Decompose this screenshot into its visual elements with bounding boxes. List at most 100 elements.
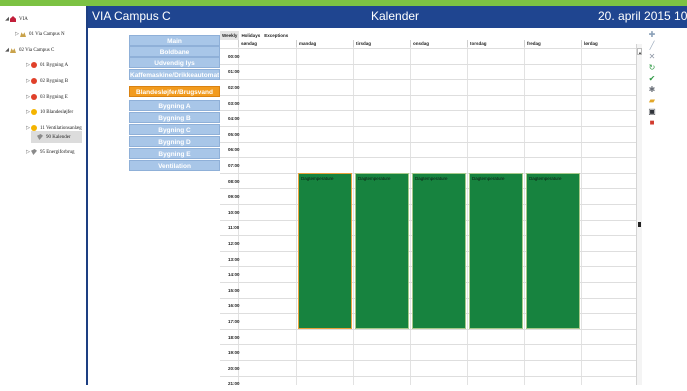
- time-row[interactable]: 20:00: [220, 360, 638, 376]
- tree-item-label: 10 Blandesløjfer: [40, 109, 74, 115]
- delete-icon[interactable]: ✕: [647, 52, 657, 61]
- tree-item-label: VIA: [19, 16, 28, 22]
- add-icon[interactable]: ✚: [647, 30, 657, 39]
- calendar-tabs: Weekly Holidays Exceptions: [220, 31, 290, 40]
- time-row[interactable]: 18:00: [220, 328, 638, 345]
- day-header: fredag: [524, 40, 581, 47]
- menu-button[interactable]: Udvendig lys: [129, 57, 220, 68]
- app-header: VIA Campus C Kalender 20. april 2015 10:…: [88, 6, 687, 28]
- tree-item-label: 01 Bygning A: [40, 62, 69, 68]
- current-datetime: 20. april 2015 10:07:03: [598, 9, 687, 23]
- tree-item[interactable]: 90 Kalender: [31, 131, 82, 143]
- time-row[interactable]: 03:00: [220, 94, 638, 111]
- time-row[interactable]: 02:00: [220, 79, 638, 95]
- menu-button[interactable]: Bygning C: [129, 124, 220, 135]
- menu-button[interactable]: Kaffemaskine/Drikkeautomat: [129, 69, 220, 80]
- event-label: Dagtemperature: [358, 175, 391, 181]
- calendar-scrollbar[interactable]: ▲: [636, 44, 642, 385]
- menu-button[interactable]: Boldbane: [129, 46, 220, 57]
- menu-button[interactable]: Blandesløjfer/Brugsvand: [129, 86, 220, 97]
- tree-item[interactable]: ▷ 95 Energiforbrug: [25, 146, 74, 158]
- red-dot-icon: [31, 94, 37, 100]
- time-label: 14:00: [228, 272, 240, 278]
- tree-item-label: 02 Bygning B: [40, 78, 69, 84]
- menu-button[interactable]: Bygning A: [129, 100, 220, 111]
- check-icon[interactable]: ✔: [647, 74, 657, 83]
- tree-item-label: 95 Energiforbrug: [40, 149, 75, 155]
- schedule-event[interactable]: Dagtemperature: [469, 172, 523, 329]
- yellow-dot-icon: [31, 109, 37, 115]
- menu-button[interactable]: Main: [129, 35, 220, 46]
- tree-item[interactable]: ▷ 01 Bygning A: [25, 59, 68, 71]
- time-label: 21:00: [228, 381, 240, 387]
- time-row[interactable]: 00:00: [220, 48, 638, 64]
- day-header: søndag: [238, 40, 295, 47]
- tree-item[interactable]: ▷ 10 Blandesløjfer: [25, 106, 73, 118]
- weekly-calendar: Weekly Holidays Exceptions søndag mandag tir…: [220, 31, 638, 386]
- time-label: 06:00: [228, 147, 240, 153]
- event-label: Dagtemperature: [301, 175, 334, 181]
- time-label: 07:00: [228, 162, 240, 168]
- tree-item[interactable]: ◢ VIA: [4, 13, 28, 25]
- tree-item-label: 03 Bygning E: [40, 94, 68, 100]
- save-icon[interactable]: ▣: [647, 107, 657, 116]
- expand-toggle-icon[interactable]: ◢: [4, 47, 10, 53]
- group-icon: [10, 48, 16, 53]
- event-label: Dagtemperature: [529, 175, 562, 181]
- time-label: 20:00: [228, 365, 240, 371]
- time-row[interactable]: 01:00: [220, 63, 638, 80]
- settings-icon[interactable]: ✱: [647, 85, 657, 94]
- time-label: 19:00: [228, 350, 240, 356]
- schedule-event[interactable]: Dagtemperature: [412, 172, 466, 329]
- tree-item-label: 11 Ventilationsanlæg: [40, 125, 82, 131]
- tree-item-label: 02 Via Campus C: [19, 47, 55, 53]
- tree-item[interactable]: ▷ 01 Via Campus N: [14, 28, 65, 40]
- tab-weekly[interactable]: Weekly: [220, 31, 240, 40]
- tab-holidays[interactable]: Holidays: [239, 31, 262, 40]
- tree-item[interactable]: ▷ 03 Bygning E: [25, 91, 68, 103]
- time-label: 00:00: [228, 53, 240, 59]
- day-header: mandag: [296, 40, 353, 47]
- navigation-tree: ◢ VIA ▷ 01 Via Campus N ◢ 02 Via Campus C ▷ 01 …: [0, 6, 88, 385]
- expand-toggle-icon[interactable]: ◢: [4, 16, 10, 22]
- time-label: 04:00: [228, 116, 240, 122]
- tab-exceptions[interactable]: Exceptions: [262, 31, 290, 40]
- time-label: 18:00: [228, 334, 240, 340]
- time-label: 08:00: [228, 178, 240, 184]
- time-label: 11:00: [228, 225, 240, 231]
- schedule-event[interactable]: Dagtemperature: [298, 172, 352, 329]
- scroll-thumb[interactable]: [638, 222, 641, 227]
- time-row[interactable]: 05:00: [220, 126, 638, 142]
- edit-icon[interactable]: ╱: [647, 41, 657, 50]
- schedule-event[interactable]: Dagtemperature: [526, 172, 580, 329]
- menu-button[interactable]: Bygning E: [129, 148, 220, 159]
- menu-button[interactable]: Ventilation: [129, 160, 220, 171]
- menu-button[interactable]: Bygning D: [129, 136, 220, 147]
- time-row[interactable]: 07:00: [220, 157, 638, 173]
- time-row[interactable]: 21:00: [220, 375, 638, 391]
- expand-toggle-icon[interactable]: ▷: [14, 31, 20, 37]
- tree-item-label: 01 Via Campus N: [29, 31, 65, 37]
- close-icon[interactable]: ■: [647, 118, 657, 127]
- refresh-icon[interactable]: ↻: [647, 63, 657, 72]
- tree-item-label: 90 Kalender: [46, 134, 71, 140]
- expand-toggle-icon[interactable]: ▷: [25, 149, 31, 155]
- time-label: 02:00: [228, 84, 240, 90]
- tree-item[interactable]: ▷ 02 Bygning B: [25, 75, 68, 87]
- red-dot-icon: [31, 78, 37, 84]
- event-label: Dagtemperature: [472, 175, 505, 181]
- time-row[interactable]: 19:00: [220, 344, 638, 360]
- house-icon: [10, 16, 16, 22]
- schedule-event[interactable]: Dagtemperature: [355, 172, 409, 329]
- time-label: 01:00: [228, 69, 240, 75]
- scroll-up-icon[interactable]: ▲: [637, 48, 642, 55]
- time-label: 10:00: [228, 209, 240, 215]
- day-header: tirsdag: [353, 40, 410, 47]
- tree-item[interactable]: ◢ 02 Via Campus C: [4, 44, 54, 56]
- time-row[interactable]: 04:00: [220, 110, 638, 126]
- copy-icon[interactable]: ▰: [647, 96, 657, 105]
- time-label: 09:00: [228, 194, 240, 200]
- menu-button[interactable]: Bygning B: [129, 112, 220, 123]
- time-row[interactable]: 06:00: [220, 141, 638, 158]
- time-label: 03:00: [228, 100, 240, 106]
